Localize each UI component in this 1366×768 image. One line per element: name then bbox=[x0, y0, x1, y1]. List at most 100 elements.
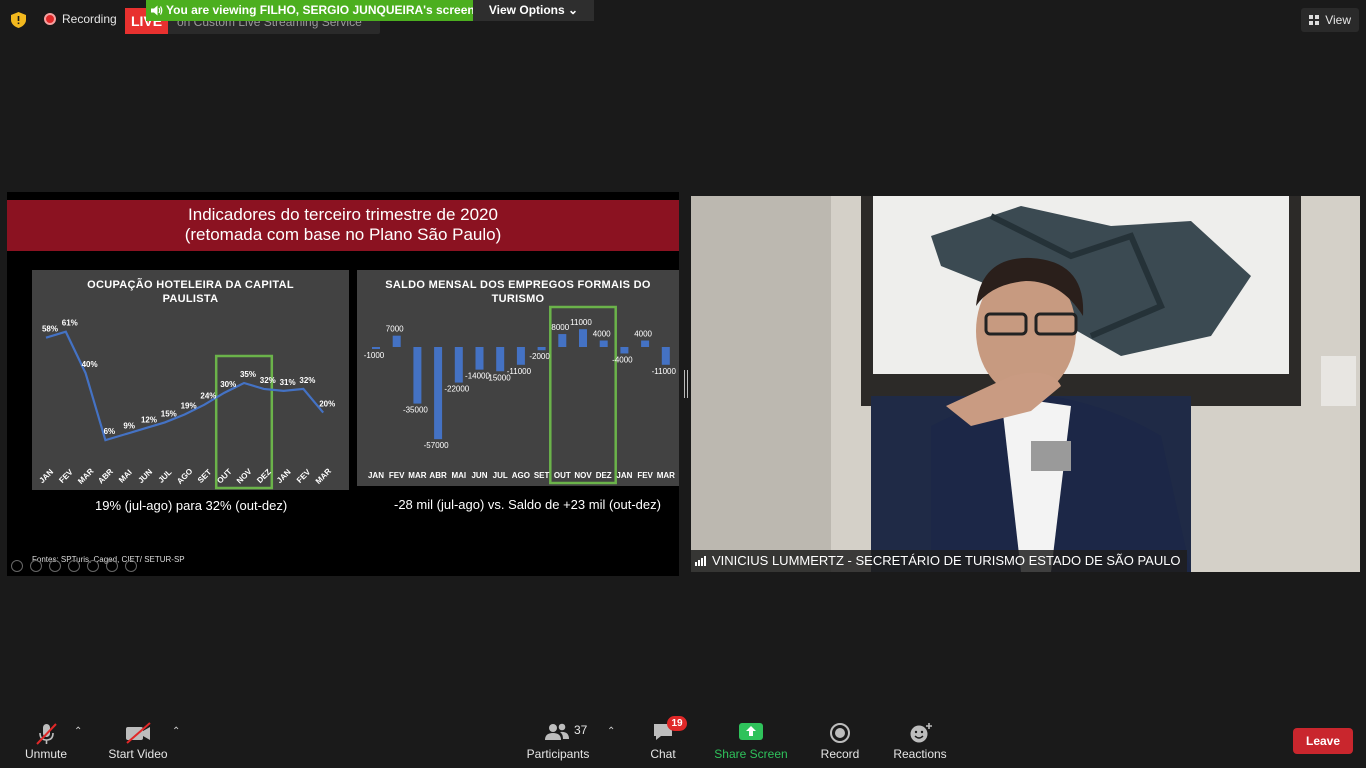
x-tick-label: MAR bbox=[657, 471, 675, 480]
zoom-icon[interactable] bbox=[87, 560, 99, 572]
recording-label: Recording bbox=[62, 12, 117, 26]
bar bbox=[558, 334, 567, 347]
record-icon bbox=[830, 723, 850, 743]
viewing-screen-banner: You are viewing FILHO, SERGIO JUNQUEIRA'… bbox=[146, 0, 475, 21]
slides-icon[interactable] bbox=[68, 560, 80, 572]
start-video-label: Start Video bbox=[108, 747, 168, 761]
x-tick-label: FEV bbox=[637, 471, 653, 480]
view-button[interactable]: View bbox=[1301, 8, 1359, 32]
participants-count: 37 bbox=[574, 723, 588, 737]
left-chart-caption: 19% (jul-ago) para 32% (out-dez) bbox=[95, 498, 288, 513]
bar bbox=[496, 347, 505, 372]
audio-options-caret-icon[interactable]: ⌃ bbox=[74, 726, 82, 737]
data-label: -11000 bbox=[652, 367, 677, 376]
meeting-toolbar: Unmute ⌃ Start Video ⌃ 37 Participants ⌃… bbox=[0, 712, 1366, 768]
data-label: 35% bbox=[240, 370, 256, 379]
bar bbox=[579, 329, 587, 347]
bar bbox=[372, 347, 380, 349]
data-label: 40% bbox=[82, 360, 98, 369]
unmute-label: Unmute bbox=[24, 747, 68, 761]
chat-label: Chat bbox=[650, 747, 676, 761]
bar bbox=[661, 347, 670, 365]
gallery-grid-icon bbox=[1309, 15, 1320, 25]
x-tick-label: JUL bbox=[493, 471, 508, 480]
shared-screen[interactable]: Indicadores do terceiro trimestre de 202… bbox=[7, 192, 679, 576]
x-tick-label: JAN bbox=[275, 467, 293, 485]
x-tick-label: DEZ bbox=[596, 471, 612, 480]
start-video-button[interactable]: Start Video bbox=[106, 712, 170, 768]
data-label: -35000 bbox=[403, 406, 428, 415]
bar bbox=[454, 347, 463, 383]
slide-title: Indicadores do terceiro trimestre de 202… bbox=[7, 200, 679, 251]
x-tick-label: JUN bbox=[471, 471, 487, 480]
recording-dot-icon bbox=[44, 13, 56, 25]
data-label: 32% bbox=[260, 376, 276, 385]
view-options-button[interactable]: View Options ⌄ bbox=[473, 0, 594, 21]
data-label: 7000 bbox=[386, 325, 404, 334]
reactions-button[interactable]: Reactions bbox=[892, 712, 948, 768]
right-chart-caption: -28 mil (jul-ago) vs. Saldo de +23 mil (… bbox=[394, 497, 661, 512]
data-label: -2000 bbox=[529, 352, 550, 361]
unmute-button[interactable]: Unmute bbox=[20, 712, 72, 768]
leave-button[interactable]: Leave bbox=[1293, 728, 1353, 754]
share-screen-button[interactable]: Share Screen bbox=[714, 712, 788, 768]
reactions-smiley-icon bbox=[910, 723, 932, 743]
data-label: 4000 bbox=[634, 330, 652, 339]
participants-options-caret-icon[interactable]: ⌃ bbox=[607, 726, 615, 737]
previous-slide-icon[interactable] bbox=[11, 560, 23, 572]
security-shield-icon[interactable] bbox=[11, 12, 26, 28]
split-resize-handle[interactable] bbox=[684, 370, 688, 398]
x-tick-label: MAR bbox=[76, 466, 95, 485]
x-tick-label: MAR bbox=[314, 466, 333, 485]
recording-indicator[interactable]: Recording bbox=[44, 12, 117, 26]
x-tick-label: AGO bbox=[175, 467, 194, 486]
x-tick-label: SET bbox=[196, 467, 213, 484]
bar bbox=[413, 347, 422, 404]
x-tick-label: JAN bbox=[616, 471, 632, 480]
hotel-occupancy-chart: OCUPAÇÃO HOTELEIRA DA CAPITAL PAULISTA 5… bbox=[32, 270, 349, 490]
x-tick-label: JAN bbox=[37, 467, 55, 485]
data-label: 6% bbox=[104, 427, 116, 436]
data-label: 30% bbox=[220, 380, 236, 389]
next-slide-icon[interactable] bbox=[30, 560, 42, 572]
slide-title-line2: (retomada com base no Plano São Paulo) bbox=[184, 225, 502, 244]
video-options-caret-icon[interactable]: ⌃ bbox=[172, 726, 180, 737]
x-tick-label: JAN bbox=[368, 471, 384, 480]
camera-off-icon bbox=[126, 722, 151, 744]
share-screen-label: Share Screen bbox=[714, 747, 788, 761]
x-tick-label: AGO bbox=[512, 471, 530, 480]
meeting-top-bar: Recording on Custom Live Streaming Servi… bbox=[0, 0, 1366, 40]
line-chart-svg: 58%61%40%6%9%12%15%19%24%30%35%32% 31% 32%… bbox=[37, 319, 335, 490]
x-tick-label: NOV bbox=[574, 471, 592, 480]
data-label: 24% bbox=[200, 392, 216, 401]
x-tick-label: ABR bbox=[429, 471, 447, 480]
participant-name-tag: VINICIUS LUMMERTZ - SECRETÁRIO DE TURISM… bbox=[691, 550, 1187, 572]
bar bbox=[620, 347, 629, 354]
more-options-icon[interactable] bbox=[125, 560, 137, 572]
data-label: 61% bbox=[62, 319, 78, 328]
data-label: -1000 bbox=[364, 351, 385, 360]
share-screen-arrow-icon bbox=[739, 723, 763, 740]
participants-icon bbox=[545, 723, 569, 740]
x-tick-label: MAR bbox=[408, 471, 426, 480]
participants-label: Participants bbox=[526, 747, 590, 761]
pen-icon[interactable] bbox=[49, 560, 61, 572]
participant-video[interactable]: VINICIUS LUMMERTZ - SECRETÁRIO DE TURISM… bbox=[691, 196, 1360, 572]
x-tick-label: JUN bbox=[136, 467, 154, 485]
microphone-muted-icon bbox=[36, 723, 57, 745]
x-tick-label: NOV bbox=[235, 466, 254, 485]
chat-button[interactable]: 19 Chat bbox=[640, 712, 687, 768]
data-label: -57000 bbox=[424, 441, 449, 450]
x-tick-label: SET bbox=[534, 471, 550, 480]
data-label: 32% bbox=[299, 376, 315, 385]
x-tick-label: OUT bbox=[554, 471, 571, 480]
x-tick-label: JUL bbox=[157, 468, 174, 485]
data-label: 58% bbox=[42, 325, 58, 334]
formal-jobs-chart: SALDO MENSAL DOS EMPREGOS FORMAIS DO TUR… bbox=[357, 270, 679, 486]
bar bbox=[475, 347, 484, 370]
data-label: 20% bbox=[319, 400, 335, 409]
subtitles-icon[interactable] bbox=[106, 560, 118, 572]
record-button[interactable]: Record bbox=[818, 712, 862, 768]
participants-button[interactable]: 37 Participants bbox=[524, 712, 592, 768]
x-tick-label: DEZ bbox=[255, 467, 273, 485]
